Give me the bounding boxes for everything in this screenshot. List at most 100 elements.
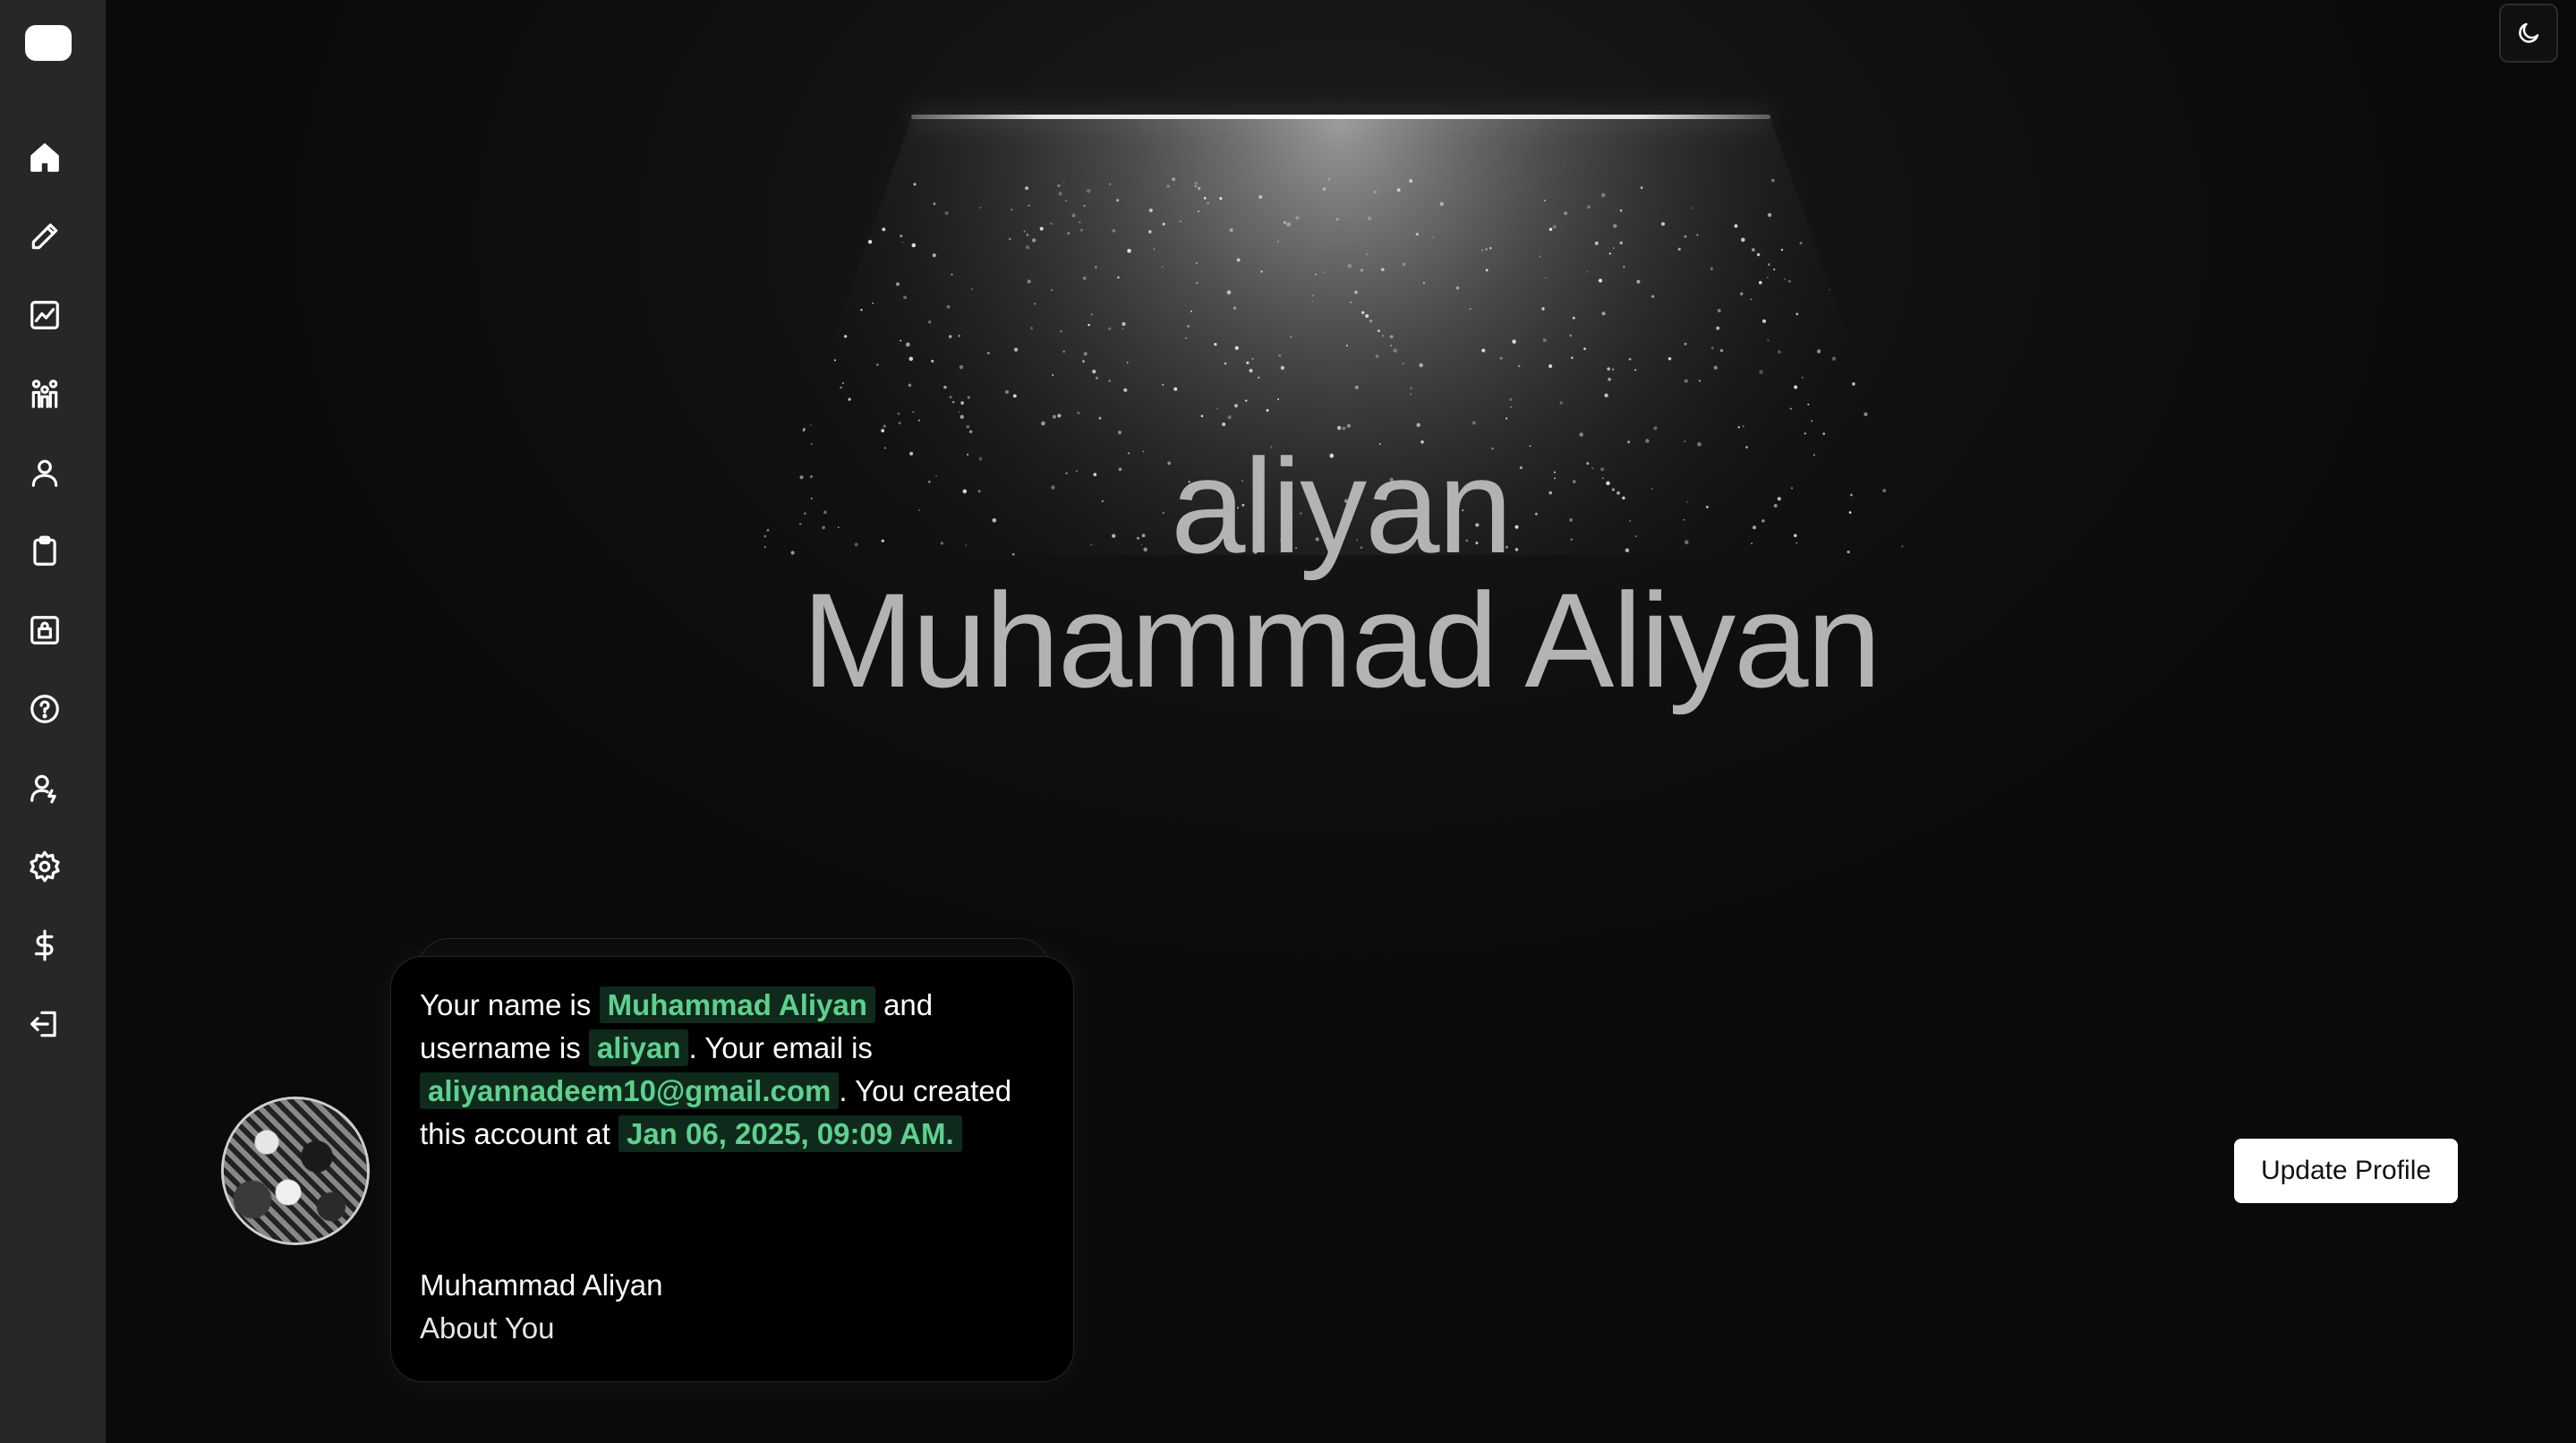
sparkle-particle (1251, 357, 1254, 360)
sparkle-particle (802, 429, 805, 432)
sparkle-particle (1548, 227, 1553, 232)
sparkle-particle (1179, 220, 1181, 223)
sparkle-particle (882, 227, 886, 232)
sparkle-particle (1777, 497, 1781, 501)
sparkle-particle (1060, 329, 1062, 333)
sparkle-particle (1389, 335, 1394, 338)
sparkle-particle (1083, 204, 1086, 207)
sparkle-particle (946, 304, 951, 309)
sidebar-item-analytics[interactable] (20, 290, 70, 340)
sparkle-particle (1342, 426, 1346, 431)
sidebar-item-people[interactable] (20, 369, 70, 419)
sidebar-item-settings[interactable] (20, 841, 70, 892)
sparkle-particle (1244, 399, 1248, 402)
sparkle-particle (1651, 295, 1655, 298)
sidebar-item-clipboard[interactable] (20, 526, 70, 576)
sparkle-particle (905, 342, 910, 347)
app-logo[interactable] (25, 25, 72, 61)
sparkle-particle (1409, 179, 1413, 184)
sparkle-particle (1283, 220, 1287, 225)
sparkle-particle (1062, 181, 1065, 183)
hero-full-name: Muhammad Aliyan (802, 565, 1881, 715)
update-profile-button[interactable]: Update Profile (2234, 1139, 2458, 1203)
sparkle-particle (1852, 382, 1855, 386)
sparkle-particle (1784, 278, 1786, 280)
sparkle-particle (1410, 387, 1412, 389)
sparkle-particle (1278, 354, 1282, 357)
sparkle-particle (1025, 245, 1030, 250)
sparkle-particle (1112, 228, 1116, 233)
sparkle-particle (1195, 281, 1198, 285)
sparkle-particle (854, 542, 858, 547)
theme-toggle-button[interactable] (2499, 4, 2558, 63)
sparkle-particle (1058, 192, 1062, 196)
sparkle-particle (903, 295, 908, 300)
sidebar-item-billing[interactable] (20, 920, 70, 970)
sparkle-particle (1276, 240, 1280, 243)
sparkle-particle (810, 498, 813, 500)
sparkle-particle (1653, 426, 1658, 431)
sparkle-particle (1172, 177, 1176, 182)
sparkle-particle (1416, 423, 1420, 428)
dollar-icon (34, 929, 54, 961)
sparkle-particle (1234, 346, 1239, 350)
email-highlight: aliyannadeem10@gmail.com (420, 1072, 840, 1109)
sparkle-particle (1882, 489, 1887, 493)
sparkle-particle (1619, 241, 1623, 245)
sparkle-particle (1539, 255, 1541, 258)
sparkle-particle (1109, 183, 1112, 185)
sparkle-particle (809, 424, 812, 426)
sidebar-item-help[interactable] (20, 684, 70, 734)
sparkle-particle (1543, 200, 1546, 201)
sparkle-particle (881, 429, 885, 432)
sparkle-particle (1598, 278, 1603, 283)
profile-info-card: Your name is Muhammad Aliyan and usernam… (390, 956, 1074, 1382)
sparkle-particle (912, 411, 915, 414)
sidebar-item-home[interactable] (20, 132, 70, 183)
sidebar-item-profile[interactable] (20, 448, 70, 498)
sidebar-item-logout[interactable] (20, 999, 70, 1049)
sparkle-particle (1051, 289, 1053, 291)
sparkle-particle (822, 525, 825, 530)
sparkle-particle (1390, 345, 1392, 346)
sparkle-particle (1559, 401, 1563, 405)
sparkle-particle (1517, 364, 1521, 368)
sparkle-particle (1619, 209, 1623, 212)
sparkle-particle (1346, 423, 1352, 428)
sparkle-particle (1419, 363, 1424, 368)
sparkle-particle (959, 364, 964, 370)
sparkle-particle (1799, 242, 1803, 245)
sparkle-particle (932, 253, 936, 258)
sparkle-particle (1052, 414, 1056, 419)
sparkle-particle (951, 273, 953, 276)
summary-text: . Your email is (688, 1031, 873, 1064)
sidebar-item-write[interactable] (20, 211, 70, 261)
sidebar-item-account[interactable] (20, 763, 70, 813)
sparkle-particle (833, 359, 836, 362)
sparkle-particle (1402, 363, 1404, 364)
sparkle-particle (1684, 342, 1687, 346)
sparkle-particle (1353, 290, 1358, 295)
sparkle-particle (1829, 288, 1830, 291)
sparkle-particle (1092, 369, 1096, 374)
sparkle-particle (1041, 421, 1045, 426)
sparkle-particle (1739, 292, 1744, 296)
sparkle-particle (1600, 192, 1606, 198)
sparkle-particle (895, 282, 900, 286)
sparkle-particle (979, 206, 982, 209)
sparkle-particle (1117, 431, 1122, 435)
sparkle-particle (1771, 178, 1775, 183)
sparkle-particle (1601, 312, 1606, 316)
sparkle-particle (1499, 356, 1503, 360)
sparkle-particle (1108, 380, 1112, 382)
gear-icon (30, 850, 60, 883)
sparkle-particle (1004, 389, 1010, 395)
sparkle-particle (1194, 181, 1198, 185)
sparkle-particle (1207, 201, 1209, 205)
sidebar-item-security[interactable] (20, 605, 70, 655)
sparkle-particle (1481, 348, 1486, 353)
avatar[interactable] (224, 1099, 367, 1242)
sparkle-particle (1222, 423, 1226, 426)
sparkle-particle (1071, 213, 1076, 218)
sparkle-particle (1057, 414, 1062, 418)
